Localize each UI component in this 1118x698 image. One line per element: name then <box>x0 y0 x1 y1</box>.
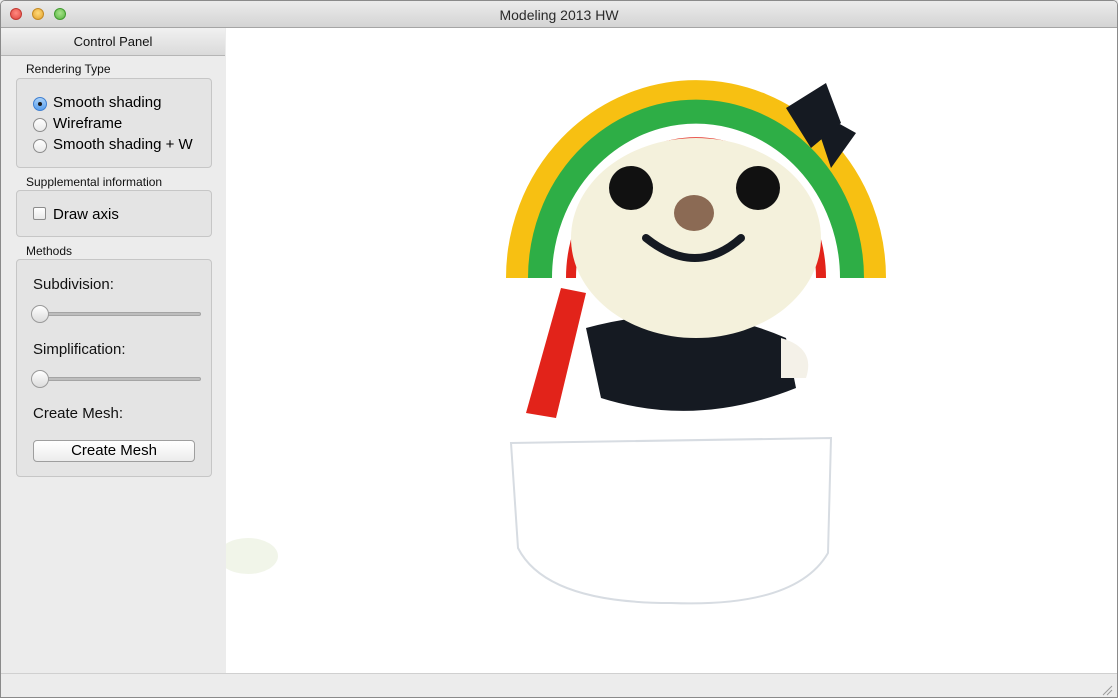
app-window: Modeling 2013 HW Control Panel Rendering… <box>0 0 1118 698</box>
arm <box>781 338 809 378</box>
radio-smooth-shading-wireframe[interactable] <box>33 139 47 153</box>
radio-smooth-shading[interactable] <box>33 97 47 111</box>
resize-grip-icon[interactable] <box>1101 684 1113 696</box>
supplemental-group: Draw axis <box>16 190 212 237</box>
control-panel: Control Panel Rendering Type Smooth shad… <box>1 28 225 697</box>
simplification-slider[interactable] <box>33 377 201 381</box>
radio-wireframe[interactable] <box>33 118 47 132</box>
ground-artifact <box>226 538 278 574</box>
subdivision-label: Subdivision: <box>33 276 114 293</box>
supplemental-title: Supplemental information <box>26 175 163 189</box>
right-eye <box>736 166 780 210</box>
rendering-type-title: Rendering Type <box>26 62 111 76</box>
option-wireframe[interactable]: Wireframe <box>53 115 122 132</box>
draw-axis-label[interactable]: Draw axis <box>53 206 119 223</box>
subdivision-slider[interactable] <box>33 312 201 316</box>
simplification-slider-thumb[interactable] <box>31 370 49 388</box>
left-eye <box>609 166 653 210</box>
create-mesh-button[interactable]: Create Mesh <box>33 440 195 462</box>
draw-axis-checkbox[interactable] <box>33 207 46 220</box>
methods-group: Subdivision: Simplification: Create Mesh… <box>16 259 212 477</box>
face <box>571 138 821 338</box>
subdivision-slider-thumb[interactable] <box>31 305 49 323</box>
option-smooth-shading-wireframe[interactable]: Smooth shading + W <box>53 136 197 153</box>
mascot-model <box>226 80 886 605</box>
white-base <box>509 436 833 605</box>
title-bar[interactable]: Modeling 2013 HW <box>1 1 1117 28</box>
nose <box>674 195 714 231</box>
render-viewport[interactable] <box>226 28 1117 673</box>
create-mesh-label: Create Mesh: <box>33 405 124 422</box>
option-smooth-shading[interactable]: Smooth shading <box>53 94 161 111</box>
methods-title: Methods <box>26 244 73 258</box>
window-title: Modeling 2013 HW <box>499 7 619 23</box>
rendering-type-group: Smooth shading Wireframe Smooth shading … <box>16 78 212 168</box>
status-bar <box>1 673 1117 697</box>
red-ribbon <box>526 288 586 418</box>
control-panel-header: Control Panel <box>1 28 225 56</box>
simplification-label: Simplification: <box>33 341 126 358</box>
